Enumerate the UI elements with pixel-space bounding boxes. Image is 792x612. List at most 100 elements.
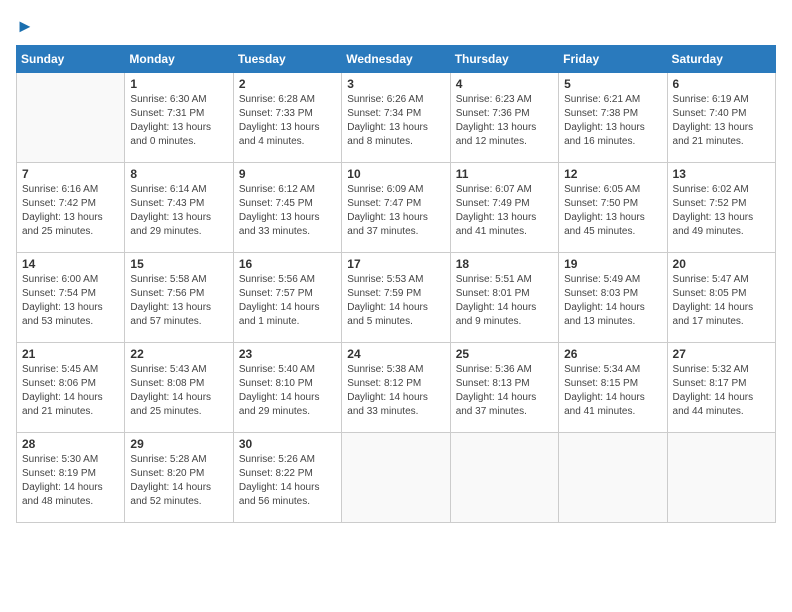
day-number: 27 — [673, 347, 770, 361]
day-number: 7 — [22, 167, 119, 181]
calendar-cell: 21 Sunrise: 5:45 AMSunset: 8:06 PMDayligh… — [17, 343, 125, 433]
day-info: Sunrise: 5:26 AMSunset: 8:22 PMDaylight:… — [239, 453, 336, 509]
col-header-tuesday: Tuesday — [233, 46, 341, 73]
day-info: Sunrise: 5:58 AMSunset: 7:56 PMDaylight:… — [130, 273, 227, 329]
day-number: 9 — [239, 167, 336, 181]
day-number: 5 — [564, 77, 661, 91]
day-number: 2 — [239, 77, 336, 91]
calendar-week-row: 28 Sunrise: 5:30 AMSunset: 8:19 PMDayligh… — [17, 433, 776, 523]
calendar-cell: 26 Sunrise: 5:34 AMSunset: 8:15 PMDayligh… — [559, 343, 667, 433]
calendar-week-row: 14 Sunrise: 6:00 AMSunset: 7:54 PMDayligh… — [17, 253, 776, 343]
calendar-cell: 8 Sunrise: 6:14 AMSunset: 7:43 PMDaylight… — [125, 163, 233, 253]
col-header-monday: Monday — [125, 46, 233, 73]
day-info: Sunrise: 6:09 AMSunset: 7:47 PMDaylight:… — [347, 183, 444, 239]
calendar-cell: 3 Sunrise: 6:26 AMSunset: 7:34 PMDaylight… — [342, 73, 450, 163]
day-number: 17 — [347, 257, 444, 271]
calendar-cell: 18 Sunrise: 5:51 AMSunset: 8:01 PMDayligh… — [450, 253, 558, 343]
day-info: Sunrise: 5:43 AMSunset: 8:08 PMDaylight:… — [130, 363, 227, 419]
calendar-cell — [667, 433, 775, 523]
day-info: Sunrise: 6:05 AMSunset: 7:50 PMDaylight:… — [564, 183, 661, 239]
day-info: Sunrise: 6:21 AMSunset: 7:38 PMDaylight:… — [564, 93, 661, 149]
day-info: Sunrise: 6:26 AMSunset: 7:34 PMDaylight:… — [347, 93, 444, 149]
calendar-cell: 4 Sunrise: 6:23 AMSunset: 7:36 PMDaylight… — [450, 73, 558, 163]
day-info: Sunrise: 5:53 AMSunset: 7:59 PMDaylight:… — [347, 273, 444, 329]
calendar-cell: 16 Sunrise: 5:56 AMSunset: 7:57 PMDayligh… — [233, 253, 341, 343]
day-info: Sunrise: 6:00 AMSunset: 7:54 PMDaylight:… — [22, 273, 119, 329]
day-number: 24 — [347, 347, 444, 361]
calendar-cell: 9Sunrise: 6:12 AMSunset: 7:45 PMDaylight… — [233, 163, 341, 253]
day-info: Sunrise: 6:30 AMSunset: 7:31 PMDaylight:… — [130, 93, 227, 149]
day-info: Sunrise: 6:14 AMSunset: 7:43 PMDaylight:… — [130, 183, 227, 239]
day-number: 11 — [456, 167, 553, 181]
day-number: 3 — [347, 77, 444, 91]
day-info: Sunrise: 5:56 AMSunset: 7:57 PMDaylight:… — [239, 273, 336, 329]
calendar-body: 1 Sunrise: 6:30 AMSunset: 7:31 PMDaylight… — [17, 73, 776, 523]
calendar-cell: 15 Sunrise: 5:58 AMSunset: 7:56 PMDayligh… — [125, 253, 233, 343]
day-number: 13 — [673, 167, 770, 181]
day-info: Sunrise: 6:23 AMSunset: 7:36 PMDaylight:… — [456, 93, 553, 149]
day-number: 14 — [22, 257, 119, 271]
calendar-cell: 14 Sunrise: 6:00 AMSunset: 7:54 PMDayligh… — [17, 253, 125, 343]
calendar-cell: 29 Sunrise: 5:28 AMSunset: 8:20 PMDayligh… — [125, 433, 233, 523]
day-number: 22 — [130, 347, 227, 361]
day-number: 21 — [22, 347, 119, 361]
day-info: Sunrise: 5:51 AMSunset: 8:01 PMDaylight:… — [456, 273, 553, 329]
calendar-cell: 17 Sunrise: 5:53 AMSunset: 7:59 PMDayligh… — [342, 253, 450, 343]
calendar-cell: 20Sunrise: 5:47 AMSunset: 8:05 PMDayligh… — [667, 253, 775, 343]
col-header-friday: Friday — [559, 46, 667, 73]
calendar-cell — [450, 433, 558, 523]
calendar-cell: 19 Sunrise: 5:49 AMSunset: 8:03 PMDayligh… — [559, 253, 667, 343]
col-header-sunday: Sunday — [17, 46, 125, 73]
day-number: 19 — [564, 257, 661, 271]
day-info: Sunrise: 5:38 AMSunset: 8:12 PMDaylight:… — [347, 363, 444, 419]
day-info: Sunrise: 6:02 AMSunset: 7:52 PMDaylight:… — [673, 183, 770, 239]
day-number: 8 — [130, 167, 227, 181]
day-number: 18 — [456, 257, 553, 271]
calendar-week-row: 7 Sunrise: 6:16 AMSunset: 7:42 PMDaylight… — [17, 163, 776, 253]
day-info: Sunrise: 5:34 AMSunset: 8:15 PMDaylight:… — [564, 363, 661, 419]
day-number: 29 — [130, 437, 227, 451]
calendar-cell: 25 Sunrise: 5:36 AMSunset: 8:13 PMDayligh… — [450, 343, 558, 433]
day-number: 30 — [239, 437, 336, 451]
day-info: Sunrise: 6:16 AMSunset: 7:42 PMDaylight:… — [22, 183, 119, 239]
calendar-week-row: 1 Sunrise: 6:30 AMSunset: 7:31 PMDaylight… — [17, 73, 776, 163]
calendar-cell: 12 Sunrise: 6:05 AMSunset: 7:50 PMDayligh… — [559, 163, 667, 253]
calendar-cell: 10 Sunrise: 6:09 AMSunset: 7:47 PMDayligh… — [342, 163, 450, 253]
day-number: 10 — [347, 167, 444, 181]
calendar-cell: 22 Sunrise: 5:43 AMSunset: 8:08 PMDayligh… — [125, 343, 233, 433]
day-info: Sunrise: 5:28 AMSunset: 8:20 PMDaylight:… — [130, 453, 227, 509]
calendar-cell: 13 Sunrise: 6:02 AMSunset: 7:52 PMDayligh… — [667, 163, 775, 253]
day-info: Sunrise: 6:19 AMSunset: 7:40 PMDaylight:… — [673, 93, 770, 149]
day-number: 23 — [239, 347, 336, 361]
calendar-cell: 7 Sunrise: 6:16 AMSunset: 7:42 PMDaylight… — [17, 163, 125, 253]
day-number: 4 — [456, 77, 553, 91]
calendar-cell: 1 Sunrise: 6:30 AMSunset: 7:31 PMDaylight… — [125, 73, 233, 163]
day-info: Sunrise: 6:28 AMSunset: 7:33 PMDaylight:… — [239, 93, 336, 149]
day-number: 25 — [456, 347, 553, 361]
day-number: 16 — [239, 257, 336, 271]
calendar-header-row: SundayMondayTuesdayWednesdayThursdayFrid… — [17, 46, 776, 73]
day-info: Sunrise: 5:36 AMSunset: 8:13 PMDaylight:… — [456, 363, 553, 419]
calendar-cell: 28 Sunrise: 5:30 AMSunset: 8:19 PMDayligh… — [17, 433, 125, 523]
day-number: 6 — [673, 77, 770, 91]
calendar-cell: 2 Sunrise: 6:28 AMSunset: 7:33 PMDaylight… — [233, 73, 341, 163]
col-header-thursday: Thursday — [450, 46, 558, 73]
col-header-wednesday: Wednesday — [342, 46, 450, 73]
day-number: 28 — [22, 437, 119, 451]
day-number: 26 — [564, 347, 661, 361]
day-number: 20 — [673, 257, 770, 271]
page-header: ► — [16, 16, 776, 37]
day-number: 15 — [130, 257, 227, 271]
calendar-cell: 30 Sunrise: 5:26 AMSunset: 8:22 PMDayligh… — [233, 433, 341, 523]
calendar-table: SundayMondayTuesdayWednesdayThursdayFrid… — [16, 45, 776, 523]
day-info: Sunrise: 5:30 AMSunset: 8:19 PMDaylight:… — [22, 453, 119, 509]
day-number: 12 — [564, 167, 661, 181]
calendar-cell: 27Sunrise: 5:32 AMSunset: 8:17 PMDayligh… — [667, 343, 775, 433]
day-info: Sunrise: 5:40 AMSunset: 8:10 PMDaylight:… — [239, 363, 336, 419]
calendar-cell — [342, 433, 450, 523]
calendar-cell: 23 Sunrise: 5:40 AMSunset: 8:10 PMDayligh… — [233, 343, 341, 433]
day-info: Sunrise: 5:49 AMSunset: 8:03 PMDaylight:… — [564, 273, 661, 329]
day-number: 1 — [130, 77, 227, 91]
calendar-cell: 5 Sunrise: 6:21 AMSunset: 7:38 PMDaylight… — [559, 73, 667, 163]
day-info: Sunrise: 5:45 AMSunset: 8:06 PMDaylight:… — [22, 363, 119, 419]
